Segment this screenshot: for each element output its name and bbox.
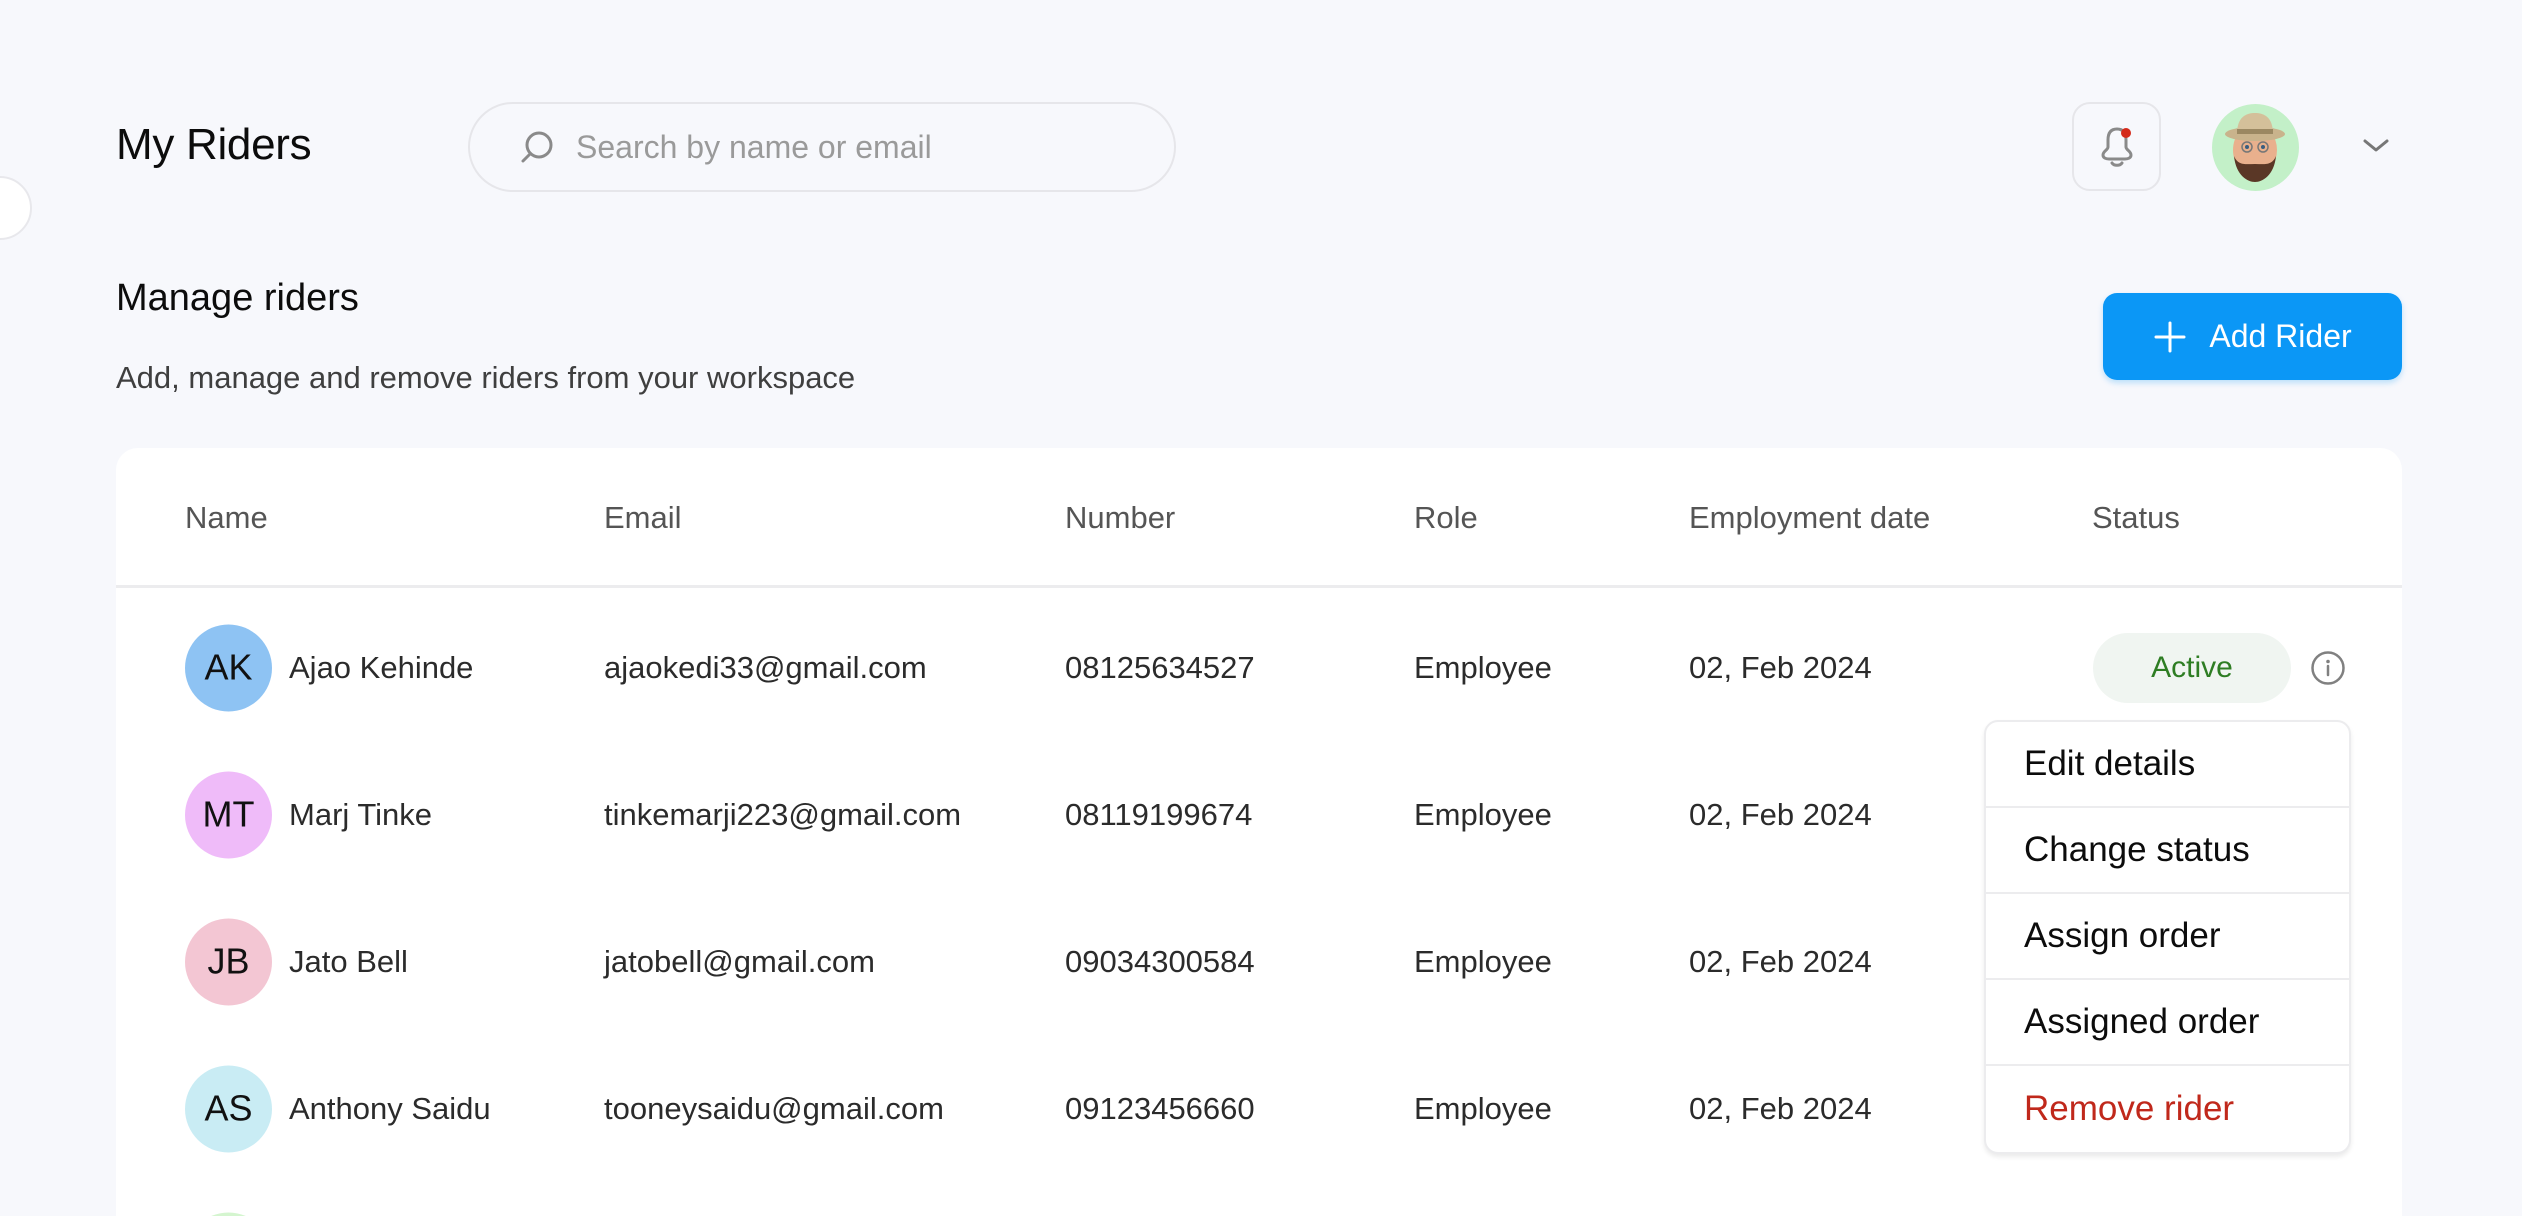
rider-name: Anthony Saidu (289, 1090, 491, 1126)
plus-icon (2153, 320, 2187, 354)
chevron-down-icon (2363, 139, 2389, 152)
column-header-number[interactable]: Number (1065, 500, 1175, 536)
rider-name: Jato Bell (289, 943, 408, 979)
column-header-name[interactable]: Name (185, 500, 268, 536)
rider-role: Employee (1414, 649, 1552, 685)
row-actions-button[interactable] (2310, 650, 2346, 686)
rider-name: Marj Tinke (289, 796, 432, 832)
table-row-partial[interactable] (116, 1182, 2402, 1216)
rider-number: 08119199674 (1065, 796, 1253, 832)
rider-avatar: AS (185, 1065, 272, 1152)
column-header-role[interactable]: Role (1414, 500, 1478, 536)
rider-role: Employee (1414, 796, 1552, 832)
rider-avatar: JB (185, 918, 272, 1005)
riders-page: My Riders Search by name or email Manage… (0, 0, 2522, 1216)
menu-item-assign-order[interactable]: Assign order (1986, 894, 2349, 980)
rider-email: ajaokedi33@gmail.com (604, 649, 927, 685)
rider-email: jatobell@gmail.com (604, 943, 875, 979)
column-header-employment-date[interactable]: Employment date (1689, 500, 1930, 536)
rider-name: Ajao Kehinde (289, 649, 474, 685)
rider-number: 09123456660 (1065, 1090, 1255, 1126)
rider-employment-date: 02, Feb 2024 (1689, 649, 1872, 685)
rider-avatar: MT (185, 771, 272, 858)
menu-item-remove-rider[interactable]: Remove rider (1986, 1066, 2349, 1152)
rider-number: 09034300584 (1065, 943, 1255, 979)
menu-item-edit-details[interactable]: Edit details (1986, 722, 2349, 808)
rider-role: Employee (1414, 1090, 1552, 1126)
row-actions-menu: Edit details Change status Assign order … (1984, 720, 2351, 1154)
rider-employment-date: 02, Feb 2024 (1689, 796, 1872, 832)
column-header-email[interactable]: Email (604, 500, 682, 536)
rider-employment-date: 02, Feb 2024 (1689, 1090, 1872, 1126)
rider-avatar (185, 1212, 272, 1216)
search-icon (518, 128, 556, 166)
add-rider-label: Add Rider (2209, 318, 2352, 354)
table-row[interactable]: AK Ajao Kehinde ajaokedi33@gmail.com 081… (116, 594, 2402, 741)
status-badge: Active (2093, 632, 2291, 703)
menu-item-change-status[interactable]: Change status (1986, 808, 2349, 894)
user-avatar[interactable] (2212, 104, 2299, 191)
notifications-button[interactable] (2072, 102, 2161, 191)
rider-number: 08125634527 (1065, 649, 1255, 685)
rider-role: Employee (1414, 943, 1552, 979)
search-input[interactable] (576, 128, 1136, 166)
rider-employment-date: 02, Feb 2024 (1689, 943, 1872, 979)
table-header: Name Email Number Role Employment date S… (116, 448, 2402, 588)
rider-email: tooneysaidu@gmail.com (604, 1090, 944, 1126)
page-title: My Riders (116, 120, 312, 169)
user-menu-chevron[interactable] (2360, 130, 2392, 162)
search-bar[interactable] (468, 102, 1176, 192)
rider-avatar: AK (185, 624, 272, 711)
bell-icon (2097, 125, 2137, 169)
info-icon (2311, 650, 2345, 685)
unread-dot (2120, 127, 2131, 138)
sidebar-toggle-handle[interactable] (0, 176, 32, 240)
memoji-avatar-icon (2225, 113, 2285, 182)
section-subtitle: Add, manage and remove riders from your … (116, 360, 856, 395)
menu-item-assigned-order[interactable]: Assigned order (1986, 980, 2349, 1066)
column-header-status[interactable]: Status (2092, 500, 2180, 536)
section-title: Manage riders (116, 277, 359, 319)
add-rider-button[interactable]: Add Rider (2103, 293, 2402, 380)
rider-email: tinkemarji223@gmail.com (604, 796, 962, 832)
